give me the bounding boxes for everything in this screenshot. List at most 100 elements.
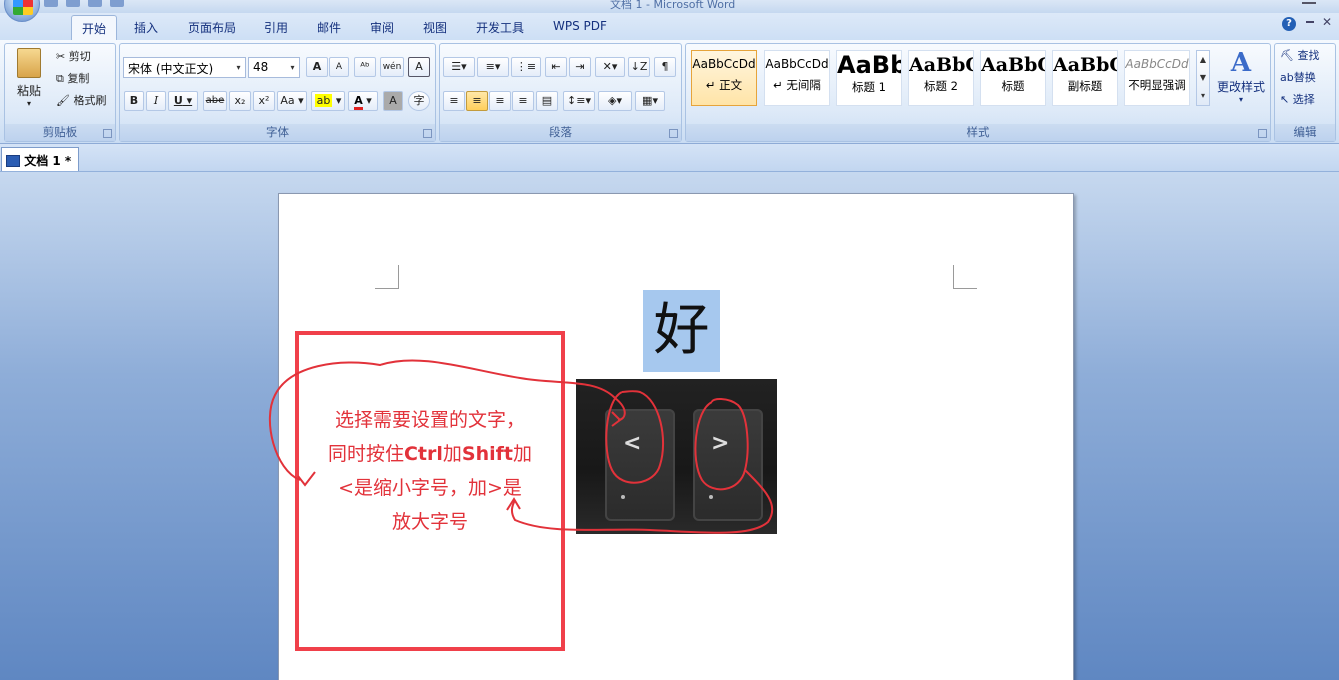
copy-button[interactable]: ⧉ 复制 xyxy=(55,69,111,89)
tab-view[interactable]: 视图 xyxy=(413,15,457,40)
font-color-button[interactable]: A ▾ xyxy=(348,91,378,111)
font-size-value: 48 xyxy=(253,60,269,74)
style-name: ↵ 无间隔 xyxy=(773,78,821,92)
selected-text[interactable]: 好 xyxy=(643,290,720,372)
shrink-font-button[interactable]: A xyxy=(329,57,349,77)
tab-page-layout[interactable]: 页面布局 xyxy=(178,15,246,40)
style-heading-2[interactable]: AaBbC 标题 2 xyxy=(908,50,974,106)
copy-icon: ⧉ xyxy=(56,72,64,85)
clipboard-group: 粘贴 ▾ ✂ 剪切 ⧉ 复制 🖌 格式刷 剪贴板 xyxy=(4,43,116,142)
font-group: 宋体 (中文正文) ▾ 48 ▾ A A ᴬᵇ wén A B I U ▾ abe … xyxy=(119,43,436,142)
ribbon: 粘贴 ▾ ✂ 剪切 ⧉ 复制 🖌 格式刷 剪贴板 宋体 (中文正文) ▾ 48 ▾ … xyxy=(0,40,1339,144)
sort-button[interactable]: ↓Z xyxy=(628,57,650,77)
style-no-spacing[interactable]: AaBbCcDd ↵ 无间隔 xyxy=(764,50,830,106)
style-title[interactable]: AaBbC 标题 xyxy=(980,50,1046,106)
grow-font-button[interactable]: A xyxy=(306,57,328,77)
keyboard-photo: < > xyxy=(576,379,777,534)
justify-icon: ≡ xyxy=(518,94,528,107)
style-normal[interactable]: AaBbCcDd ↵ 正文 xyxy=(691,50,757,106)
tab-developer[interactable]: 开发工具 xyxy=(466,15,534,40)
subscript-icon: x₂ xyxy=(234,94,246,107)
font-size-select[interactable]: 48 ▾ xyxy=(248,57,300,78)
format-painter-button[interactable]: 🖌 格式刷 xyxy=(55,91,115,111)
text-direction-button[interactable]: ✕▾ xyxy=(595,57,625,77)
tab-review[interactable]: 审阅 xyxy=(360,15,404,40)
decrease-indent-button[interactable]: ⇤ xyxy=(545,57,567,77)
subscript-button[interactable]: x₂ xyxy=(229,91,251,111)
align-left-button[interactable]: ≡ xyxy=(443,91,465,111)
font-name-select[interactable]: 宋体 (中文正文) ▾ xyxy=(123,57,246,78)
style-subtle-emphasis[interactable]: AaBbCcDd 不明显强调 xyxy=(1124,50,1190,106)
strikethrough-icon: abe xyxy=(205,95,225,106)
enclose-char-button[interactable]: 字 xyxy=(408,91,430,111)
style-sample: AaBbC xyxy=(981,54,1045,76)
show-marks-button[interactable]: ¶ xyxy=(654,57,676,77)
align-center-button[interactable]: ≡ xyxy=(466,91,488,111)
find-button[interactable]: ⛏ 查找 xyxy=(1279,46,1335,66)
highlight-button[interactable]: ab ▾ xyxy=(311,91,345,111)
styles-scroll[interactable]: ▲ ▼ ▾ xyxy=(1196,50,1210,106)
style-heading-1[interactable]: AaBb 标题 1 xyxy=(836,50,902,106)
strikethrough-button[interactable]: abe xyxy=(203,91,227,111)
outdent-icon: ⇤ xyxy=(551,60,561,73)
window-minimize-button[interactable] xyxy=(1302,0,1316,4)
bold-button[interactable]: B xyxy=(124,91,144,111)
document-tab[interactable]: 文档 1 * xyxy=(1,147,79,171)
paragraph-launcher-icon[interactable] xyxy=(669,129,678,138)
tab-home[interactable]: 开始 xyxy=(71,15,118,40)
clear-format-button[interactable]: ᴬᵇ xyxy=(354,57,376,77)
increase-indent-button[interactable]: ⇥ xyxy=(569,57,591,77)
replace-button[interactable]: ab替换 xyxy=(1279,68,1335,88)
change-styles-button[interactable]: A 更改样式 ▾ xyxy=(1214,48,1268,108)
styles-group: AaBbCcDd ↵ 正文 AaBbCcDd ↵ 无间隔 AaBb 标题 1 AaBb… xyxy=(685,43,1271,142)
replace-label: 替换 xyxy=(1293,71,1316,84)
undo-icon[interactable] xyxy=(66,0,80,7)
styles-launcher-icon[interactable] xyxy=(1258,129,1267,138)
italic-icon: I xyxy=(153,94,159,107)
ribbon-minimize-icon[interactable] xyxy=(1306,21,1314,23)
bullets-button[interactable]: ☰▾ xyxy=(443,57,475,77)
redo-icon[interactable] xyxy=(88,0,102,7)
borders-button[interactable]: ▦▾ xyxy=(635,91,665,111)
line-spacing-button[interactable]: ↕≡▾ xyxy=(563,91,595,111)
multilevel-list-button[interactable]: ⋮≡ xyxy=(511,57,541,77)
shading-button[interactable]: ◈▾ xyxy=(598,91,632,111)
tab-wps-pdf[interactable]: WPS PDF xyxy=(543,15,617,40)
select-label: 选择 xyxy=(1292,93,1315,106)
clipboard-launcher-icon[interactable] xyxy=(103,129,112,138)
justify-button[interactable]: ≡ xyxy=(512,91,534,111)
ribbon-close-icon[interactable]: ✕ xyxy=(1322,15,1332,29)
print-preview-icon[interactable] xyxy=(110,0,124,7)
paste-button[interactable]: 粘贴 ▾ xyxy=(10,48,48,118)
italic-button[interactable]: I xyxy=(146,91,166,111)
cut-button[interactable]: ✂ 剪切 xyxy=(55,47,111,67)
char-shading-icon: A xyxy=(389,94,397,107)
font-launcher-icon[interactable] xyxy=(423,129,432,138)
phonetic-guide-button[interactable]: wén xyxy=(380,57,404,77)
tab-mailings[interactable]: 邮件 xyxy=(307,15,351,40)
numbering-button[interactable]: ≡▾ xyxy=(477,57,509,77)
editing-group-label: 编辑 xyxy=(1275,124,1335,141)
save-icon[interactable] xyxy=(44,0,58,7)
tab-insert[interactable]: 插入 xyxy=(124,15,168,40)
style-subtitle[interactable]: AaBbC 副标题 xyxy=(1052,50,1118,106)
char-border-button[interactable]: A xyxy=(408,57,430,77)
tab-references[interactable]: 引用 xyxy=(254,15,298,40)
style-sample: AaBbCcDd xyxy=(1125,57,1189,71)
document-tabs: 文档 1 * xyxy=(0,144,1339,172)
help-icon[interactable]: ? xyxy=(1282,17,1296,31)
distribute-button[interactable]: ▤ xyxy=(536,91,558,111)
office-logo-icon xyxy=(13,0,33,15)
change-case-button[interactable]: Aa ▾ xyxy=(277,91,307,111)
char-shading-button[interactable]: A xyxy=(383,91,403,111)
ribbon-tabs: 开始 插入 页面布局 引用 邮件 审阅 视图 开发工具 WPS PDF ✕ xyxy=(0,13,1339,40)
select-button[interactable]: ↖ 选择 xyxy=(1279,90,1335,110)
style-sample: AaBbC xyxy=(909,54,973,76)
char-border-icon: A xyxy=(415,60,423,73)
superscript-button[interactable]: x² xyxy=(253,91,275,111)
underline-button[interactable]: U ▾ xyxy=(168,91,198,111)
paste-label: 粘贴 xyxy=(16,84,41,98)
align-right-button[interactable]: ≡ xyxy=(489,91,511,111)
change-styles-label: 更改样式 xyxy=(1216,80,1265,94)
annotation-line: 放大字号 xyxy=(391,511,468,533)
